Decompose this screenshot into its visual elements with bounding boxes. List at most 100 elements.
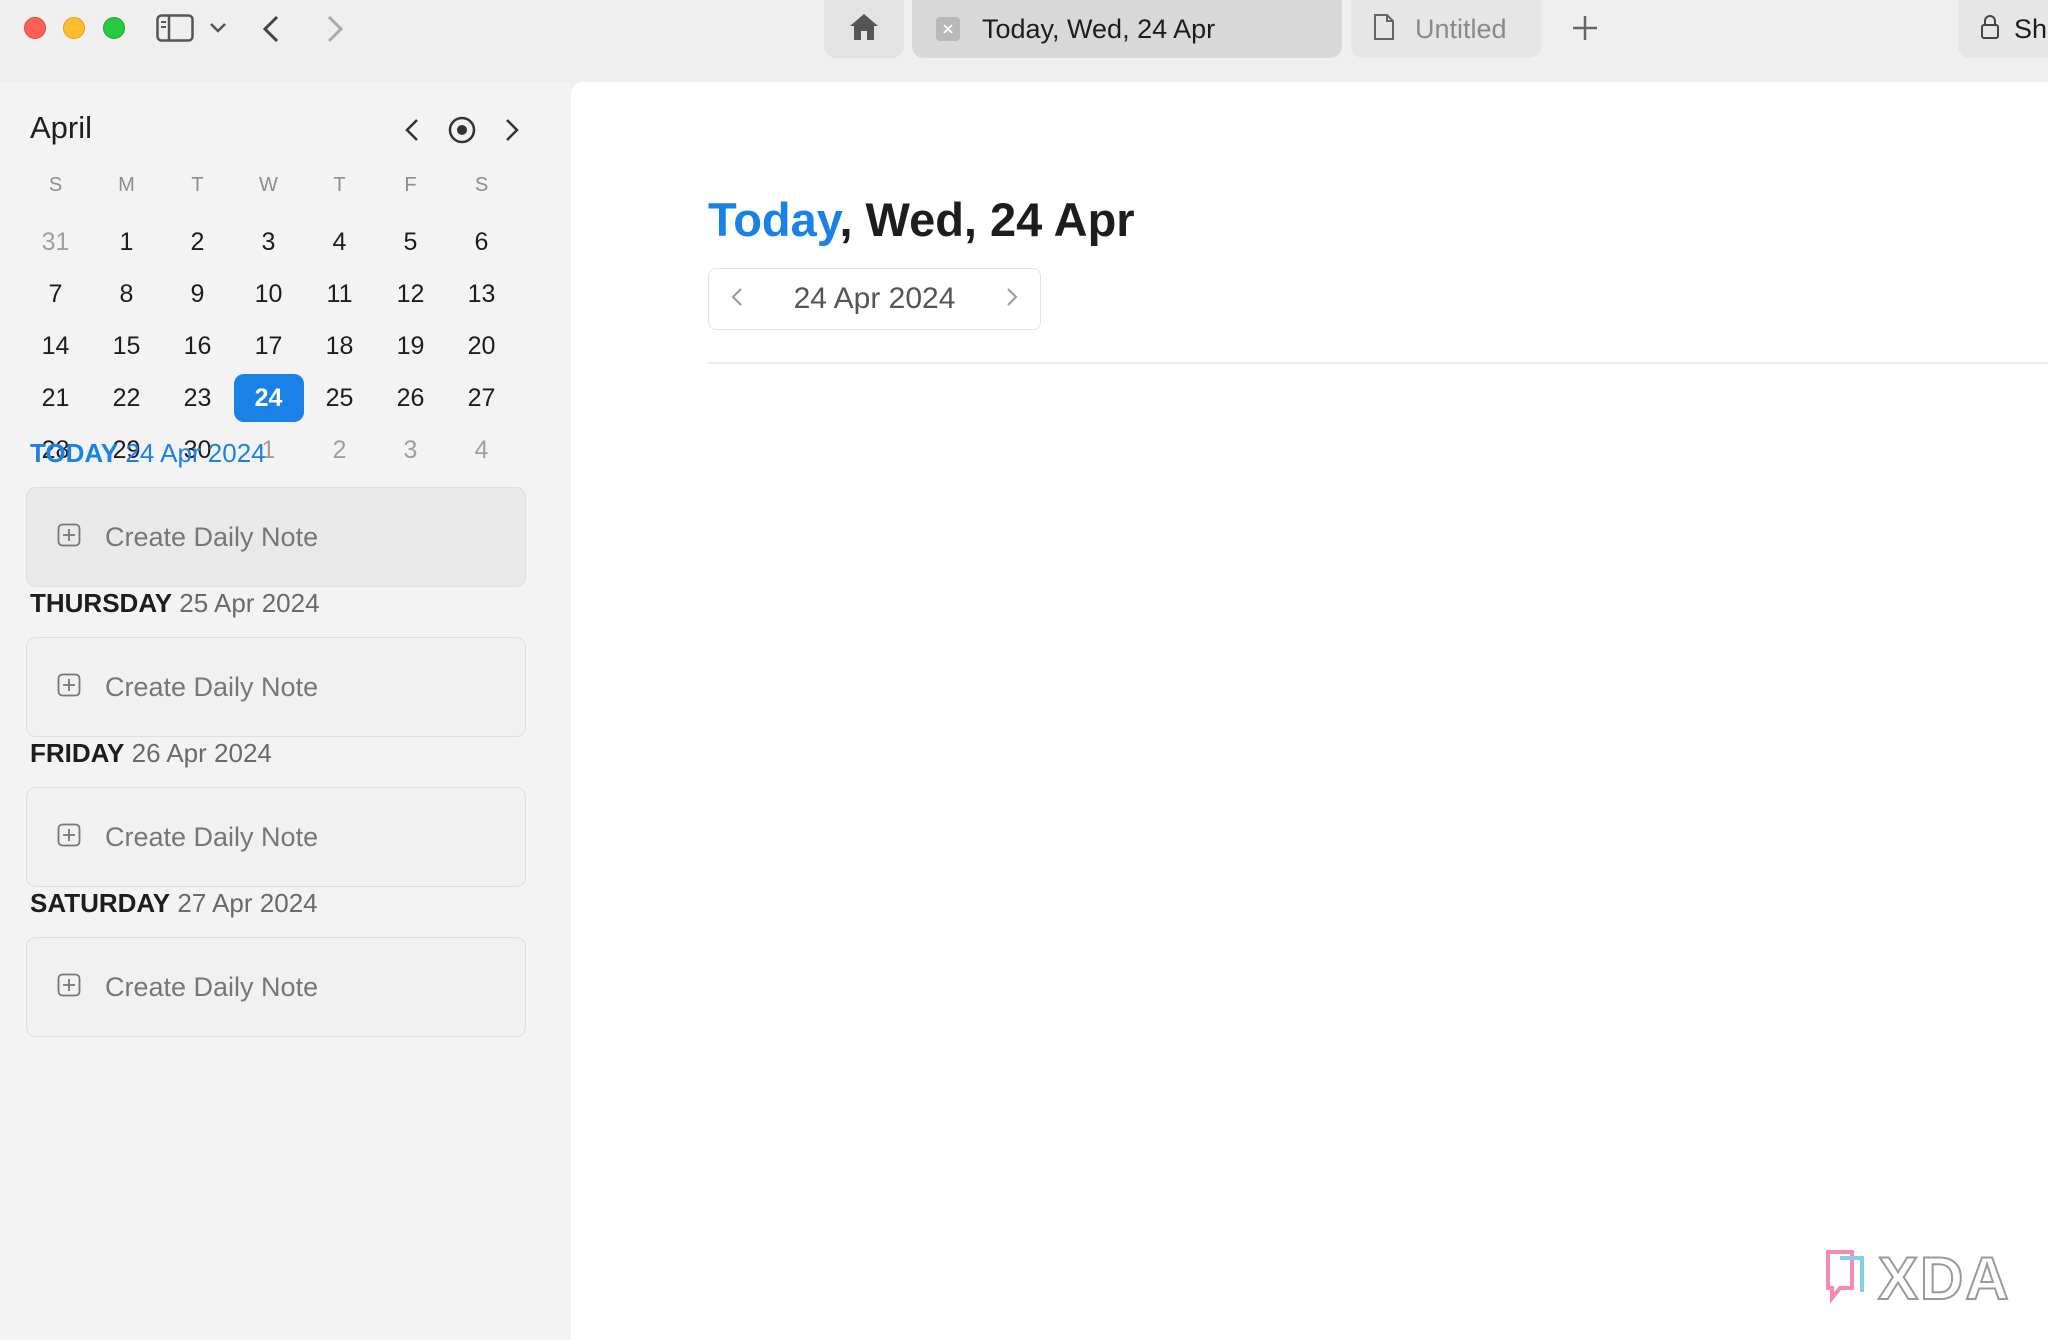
- calendar-day[interactable]: 18: [304, 320, 375, 372]
- calendar-day[interactable]: 15: [91, 320, 162, 372]
- calendar-day[interactable]: 10: [233, 268, 304, 320]
- calendar-day[interactable]: 23: [162, 372, 233, 424]
- next-day-chevron-icon[interactable]: [1006, 287, 1018, 312]
- calendar-day-number: 19: [396, 331, 425, 360]
- forward-arrow-icon[interactable]: [320, 12, 350, 46]
- calendar-day-number: 3: [261, 227, 276, 256]
- calendar-day[interactable]: 3: [375, 424, 446, 476]
- calendar-day-number: 5: [403, 227, 418, 256]
- calendar-day[interactable]: 26: [375, 372, 446, 424]
- create-daily-note-button[interactable]: Create Daily Note: [26, 487, 526, 587]
- day-section-weekday: THURSDAY: [30, 588, 173, 618]
- calendar-day-number: 1: [119, 227, 134, 256]
- calendar-day-number: 22: [112, 383, 141, 412]
- calendar-day[interactable]: 11: [304, 268, 375, 320]
- calendar-day-number: 8: [119, 279, 134, 308]
- calendar-day[interactable]: 25: [304, 372, 375, 424]
- page-title: Today, Wed, 24 Apr: [708, 192, 1135, 247]
- calendar-day-number: 4: [474, 435, 489, 464]
- plus-square-icon: [57, 673, 81, 702]
- create-daily-note-button[interactable]: Create Daily Note: [26, 937, 526, 1037]
- watermark-text: XDA: [1877, 1244, 2011, 1313]
- calendar-day[interactable]: 2: [304, 424, 375, 476]
- calendar-day[interactable]: 8: [91, 268, 162, 320]
- document-icon: [1373, 13, 1395, 46]
- day-section-weekday: FRIDAY: [30, 738, 125, 768]
- calendar-weekday-header: SMTWTFS: [20, 174, 517, 197]
- next-month-chevron-icon[interactable]: [492, 110, 532, 150]
- create-daily-note-button[interactable]: Create Daily Note: [26, 787, 526, 887]
- back-arrow-icon[interactable]: [256, 12, 286, 46]
- weekday-label: T: [333, 174, 346, 196]
- calendar-day-number: 11: [326, 279, 353, 308]
- calendar-day[interactable]: 7: [20, 268, 91, 320]
- calendar-day[interactable]: 1: [91, 216, 162, 268]
- calendar-day[interactable]: 13: [446, 268, 517, 320]
- sidebar: April SMTWTFS 31 1 2 3 4 5 6 7 8 9 10 11 12 13 14 15 16 1…: [0, 82, 571, 1340]
- sidebar-toggle-icon[interactable]: [154, 12, 196, 44]
- calendar-day[interactable]: 4: [304, 216, 375, 268]
- window-close-button[interactable]: [24, 17, 46, 39]
- weekday-label: M: [118, 174, 135, 196]
- date-picker-label[interactable]: 24 Apr 2024: [794, 282, 956, 316]
- calendar-day[interactable]: 19: [375, 320, 446, 372]
- calendar-day-grid: 31 1 2 3 4 5 6 7 8 9 10 11 12 13 14 15 16 17 18 19 20 21 22 23 2…: [20, 216, 517, 528]
- calendar-day[interactable]: 2: [162, 216, 233, 268]
- day-section-date: 24 Apr 2024: [125, 438, 266, 468]
- calendar-day-number: 23: [183, 383, 212, 412]
- window-maximize-button[interactable]: [103, 17, 125, 39]
- calendar-day-number: 12: [396, 279, 425, 308]
- calendar-day[interactable]: 27: [446, 372, 517, 424]
- calendar-day-number: 4: [332, 227, 347, 256]
- calendar-day[interactable]: 9: [162, 268, 233, 320]
- calendar-day-number: 2: [332, 435, 347, 464]
- title-divider: [708, 362, 2048, 364]
- tab-untitled[interactable]: Untitled: [1351, 0, 1541, 58]
- tab-close-icon[interactable]: [936, 17, 960, 41]
- calendar-day[interactable]: 5: [375, 216, 446, 268]
- calendar-day[interactable]: 17: [233, 320, 304, 372]
- calendar-day[interactable]: 20: [446, 320, 517, 372]
- lock-icon: [1980, 14, 2000, 45]
- create-daily-note-button[interactable]: Create Daily Note: [26, 637, 526, 737]
- calendar-day-number: 2: [190, 227, 205, 256]
- calendar-day-number: 14: [41, 331, 70, 360]
- plus-square-icon: [57, 523, 81, 552]
- plus-square-icon: [57, 973, 81, 1002]
- calendar-day[interactable]: 14: [20, 320, 91, 372]
- calendar-day[interactable]: 21: [20, 372, 91, 424]
- tab-today[interactable]: Today, Wed, 24 Apr: [912, 0, 1342, 58]
- day-section-weekday: SATURDAY: [30, 888, 171, 918]
- calendar-day[interactable]: 22: [91, 372, 162, 424]
- chevron-down-icon[interactable]: [206, 16, 230, 40]
- page-title-date: , Wed, 24 Apr: [839, 193, 1135, 246]
- previous-month-chevron-icon[interactable]: [392, 110, 432, 150]
- day-section-date: 25 Apr 2024: [179, 588, 320, 618]
- go-to-today-target-icon[interactable]: [442, 110, 482, 150]
- weekday-label: S: [474, 174, 489, 196]
- calendar-day[interactable]: 31: [20, 216, 91, 268]
- calendar-day[interactable]: 4: [446, 424, 517, 476]
- create-daily-note-label: Create Daily Note: [105, 521, 319, 552]
- weekday-label: S: [48, 174, 63, 196]
- window-minimize-button[interactable]: [63, 17, 85, 39]
- share-button[interactable]: Sh: [1958, 0, 2048, 58]
- calendar-day[interactable]: 6: [446, 216, 517, 268]
- calendar-day[interactable]: 16: [162, 320, 233, 372]
- calendar-day-selected[interactable]: 24: [233, 372, 304, 424]
- calendar-day-number: 17: [254, 331, 283, 360]
- tab-untitled-label: Untitled: [1415, 13, 1507, 44]
- editor-pane: Today, Wed, 24 Apr 24 Apr 2024: [571, 82, 2048, 1340]
- calendar-day[interactable]: 12: [375, 268, 446, 320]
- day-section-heading: FRIDAY 26 Apr 2024: [30, 738, 272, 769]
- new-tab-plus-icon[interactable]: [1565, 8, 1605, 48]
- previous-day-chevron-icon[interactable]: [731, 287, 743, 312]
- title-bar: Today, Wed, 24 Apr Untitled Sh: [0, 0, 2048, 82]
- calendar-day-number: 27: [467, 383, 496, 412]
- calendar-day-number: 21: [41, 383, 70, 412]
- day-section-date: 27 Apr 2024: [177, 888, 318, 918]
- calendar-day-number: 7: [48, 279, 63, 308]
- date-picker: 24 Apr 2024: [708, 268, 1041, 330]
- calendar-day[interactable]: 3: [233, 216, 304, 268]
- tab-home[interactable]: [824, 0, 904, 58]
